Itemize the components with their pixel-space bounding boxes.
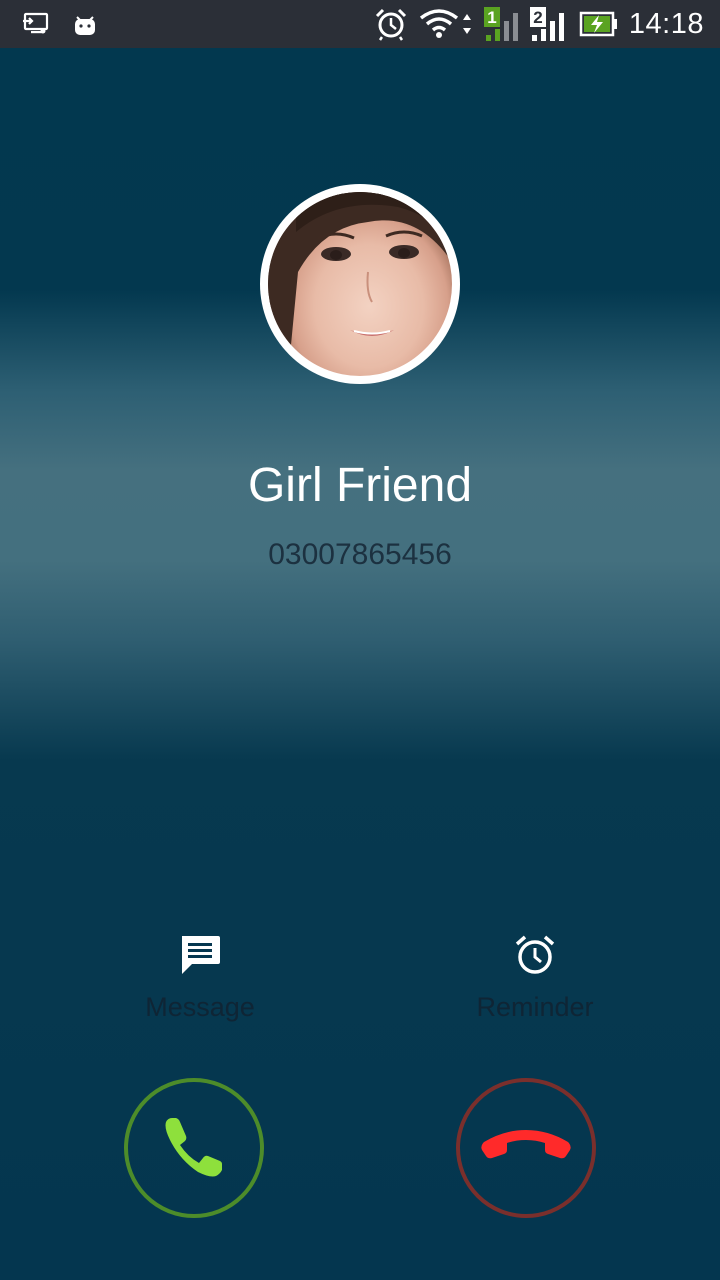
decline-call-button[interactable] [456, 1078, 596, 1218]
wifi-icon [418, 0, 476, 48]
screen-cast-icon [20, 0, 52, 48]
alarm-icon [372, 0, 410, 48]
message-button[interactable]: Message [100, 930, 300, 1023]
sim1-label: 1 [487, 8, 496, 27]
incoming-call-screen: 1 2 14:18 Girl Friend 03007865456 Messag… [0, 0, 720, 1280]
reminder-label: Reminder [476, 992, 594, 1022]
message-icon [100, 930, 300, 980]
message-label: Message [145, 992, 255, 1022]
alarm-clock-icon [435, 930, 635, 980]
caller-photo [268, 192, 452, 376]
caller-avatar [260, 184, 460, 384]
clock-time: 14:18 [628, 7, 704, 40]
android-icon [70, 0, 100, 48]
reminder-button[interactable]: Reminder [435, 930, 635, 1023]
sim2-label: 2 [533, 8, 542, 27]
status-bar: 1 2 14:18 [0, 0, 720, 48]
caller-number: 03007865456 [268, 538, 452, 571]
answer-call-button[interactable] [124, 1078, 264, 1218]
signal-sim1-icon: 1 [482, 0, 522, 48]
phone-answer-icon [158, 1110, 230, 1187]
phone-decline-icon [478, 1126, 574, 1171]
signal-sim2-icon: 2 [528, 0, 568, 48]
caller-name: Girl Friend [247, 459, 473, 512]
battery-charging-icon [578, 0, 620, 48]
